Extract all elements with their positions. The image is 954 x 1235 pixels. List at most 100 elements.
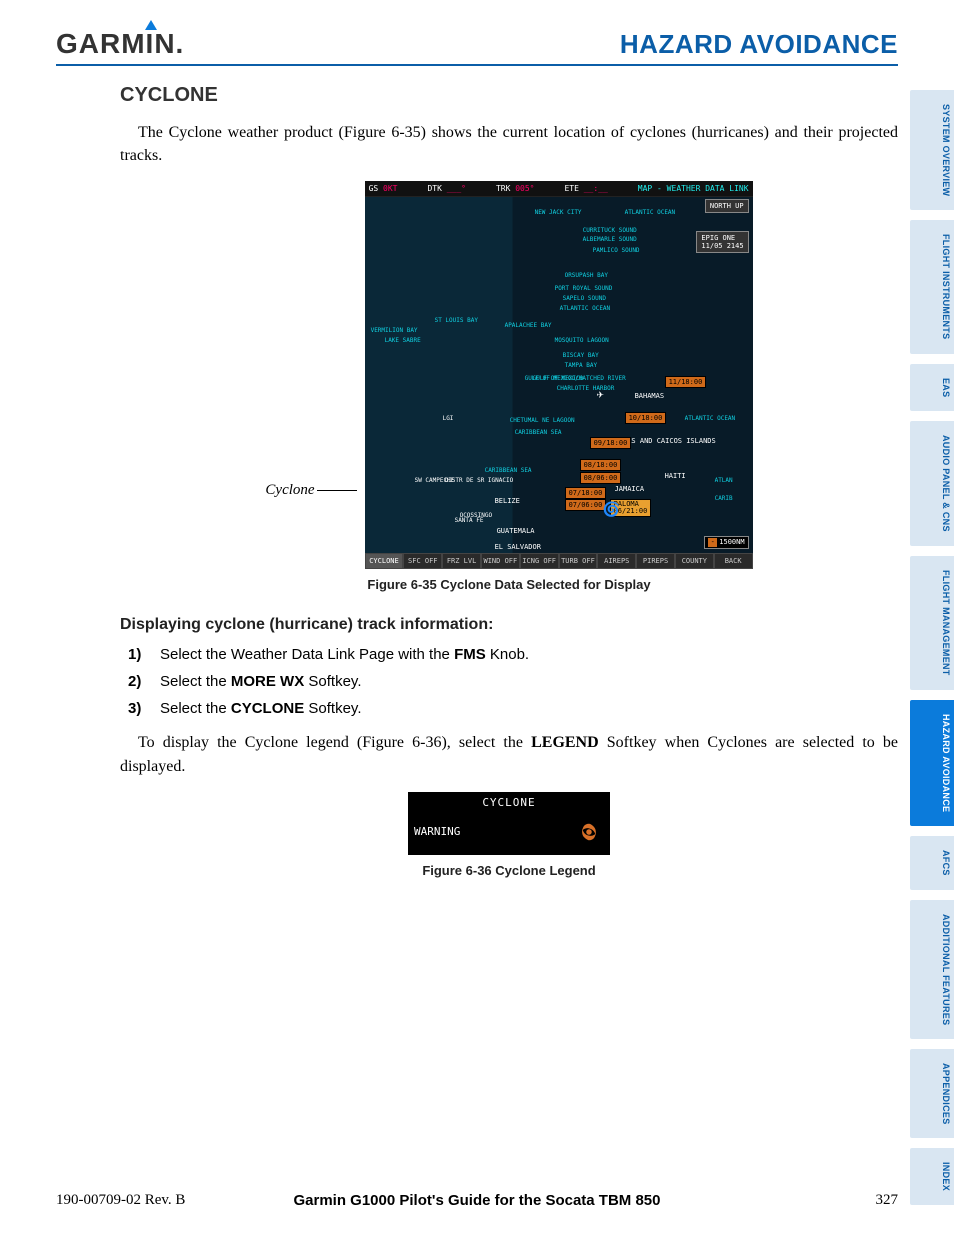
land-label: SANTA FE [455,517,484,524]
figure-6-35-caption: Figure 6-35 Cyclone Data Selected for Di… [367,577,650,592]
land-label: GUATEMALA [497,527,535,535]
land-label: ATLAN [715,477,733,484]
land-label: HAITI [665,472,686,480]
figure-6-36-block: CYCLONE WARNING Figure 6-36 Cyclone Lege… [120,792,898,878]
scale-zoom-icon: - [708,538,717,547]
cyclone-legend-box: CYCLONE WARNING [408,792,610,855]
ownship-icon: ✈ [597,387,604,401]
gs-field: GS 0KT [369,184,398,193]
page-name: MAP - WEATHER DATA LINK [638,184,749,193]
content-area: CYCLONE The Cyclone weather product (Fig… [0,66,954,878]
tab-additional-features[interactable]: ADDITIONAL FEATURES [910,900,954,1039]
step-2: 2) Select the MORE WX Softkey. [128,673,898,690]
callout-text: Cyclone [265,482,314,498]
callout-leader-line [317,490,357,491]
figure-6-35-block: Cyclone GS 0KT DTK ___° TRK 005° ETE __:… [120,181,898,592]
track-point: 07/06:00 [565,499,607,511]
chapter-title: HAZARD AVOIDANCE [620,29,898,60]
land-label: EL SALVADOR [495,543,541,551]
cyclone-callout: Cyclone [265,482,356,499]
coast-label: BISCAY BAY [563,352,599,359]
coast-label: ST LOUIS BAY [435,317,478,324]
land-label: CARIB [715,495,733,502]
coast-label: PAMLICO SOUND [593,247,640,254]
land-label: SW CAMPECHE [415,477,455,484]
tab-eas[interactable]: EAS [910,364,954,411]
hurricane-icon: 🌀 [603,502,620,518]
side-nav-tabs: SYSTEM OVERVIEW FLIGHT INSTRUMENTS EAS A… [910,90,954,1205]
map-scale: -1500NM [704,536,748,549]
coast-label: CURRITUCK SOUND [583,227,637,234]
doc-revision: 190-00709-02 Rev. B [56,1192,185,1209]
page-header: GARMIN. HAZARD AVOIDANCE [0,0,954,60]
land-label: BAHAMAS [635,392,665,400]
tab-index[interactable]: INDEX [910,1148,954,1205]
softkey-county[interactable]: COUNTY [675,553,714,569]
coast-label: CHETUMAL NE LAGOON [510,417,575,424]
softkey-aireps[interactable]: AIREPS [597,553,636,569]
step-1: 1) Select the Weather Data Link Page wit… [128,646,898,663]
figure-6-36-caption: Figure 6-36 Cyclone Legend [422,863,595,878]
legend-title: CYCLONE [408,792,610,813]
mfd-map-area: NORTH UP EPIG ONE11/05 2145 NEW JACK CIT… [365,197,753,553]
track-point: 08/18:00 [580,459,622,471]
coast-label: PORT ROYAL SOUND [555,285,613,292]
step-3: 3) Select the CYCLONE Softkey. [128,700,898,717]
tab-flight-management[interactable]: FLIGHT MANAGEMENT [910,556,954,690]
mfd-display: GS 0KT DTK ___° TRK 005° ETE __:__ MAP -… [365,181,753,569]
intro-paragraph: The Cyclone weather product (Figure 6-35… [120,121,898,167]
tab-system-overview[interactable]: SYSTEM OVERVIEW [910,90,954,210]
coast-label: MOSQUITO LAGOON [555,337,609,344]
legend-warning-label: WARNING [414,825,460,838]
tab-afcs[interactable]: AFCS [910,836,954,890]
procedure-heading: Displaying cyclone (hurricane) track inf… [120,616,898,634]
wx-info-box: EPIG ONE11/05 2145 [696,231,748,253]
softkey-pireps[interactable]: PIREPS [636,553,675,569]
softkey-turb[interactable]: TURB OFF [559,553,598,569]
track-point: 08/06:00 [580,472,622,484]
coast-label: GULF OF MEXICO/HATCHED RIVER [525,375,626,382]
tab-appendices[interactable]: APPENDICES [910,1049,954,1139]
dtk-field: DTK ___° [427,184,466,193]
north-up-box: NORTH UP [705,199,749,213]
softkey-wind[interactable]: WIND OFF [481,553,520,569]
hurricane-icon [578,821,600,843]
mfd-top-bar: GS 0KT DTK ___° TRK 005° ETE __:__ MAP -… [365,181,753,197]
step-number: 1) [128,646,146,663]
tab-audio-panel-cns[interactable]: AUDIO PANEL & CNS [910,421,954,546]
softkey-back[interactable]: BACK [714,553,753,569]
coast-label: SAPELO SOUND [563,295,606,302]
coast-label: ATLANTIC OCEAN [560,305,611,312]
track-point: 09/18:00 [590,437,632,449]
tab-hazard-avoidance[interactable]: HAZARD AVOIDANCE [910,700,954,826]
page-number: 327 [876,1192,899,1209]
trk-field: TRK 005° [496,184,535,193]
logo-triangle-icon [145,20,157,30]
coast-label: LAKE SABRE [385,337,421,344]
softkey-icng[interactable]: ICNG OFF [520,553,559,569]
ete-field: ETE __:__ [564,184,607,193]
step-text: Select the MORE WX Softkey. [160,673,898,690]
track-point: 07/18:00 [565,487,607,499]
step-number: 2) [128,673,146,690]
softkey-bar: CYCLONE SFC OFF FRZ LVL WIND OFF ICNG OF… [365,553,753,569]
track-point: 11/18:00 [665,376,707,388]
coast-label: ORSUPASH BAY [565,272,608,279]
coast-label: CARIBBEAN SEA [515,429,562,436]
softkey-cyclone[interactable]: CYCLONE [365,553,404,569]
land-label: ATLANTIC OCEAN [685,415,736,422]
step-number: 3) [128,700,146,717]
page-footer: 190-00709-02 Rev. B Garmin G1000 Pilot's… [56,1192,898,1209]
coast-label: ATLANTIC OCEAN [625,209,676,216]
softkey-sfc[interactable]: SFC OFF [403,553,442,569]
section-heading: CYCLONE [120,84,898,107]
land-label: DISTR DE SR IGNACIO [445,477,514,484]
coast-label: ALBEMARLE SOUND [583,236,637,243]
coast-label: VERMILION BAY [371,327,418,334]
logo-text: GARMIN. [56,28,184,59]
coast-label: APALACHEE BAY [505,322,552,329]
softkey-frz[interactable]: FRZ LVL [442,553,481,569]
tab-flight-instruments[interactable]: FLIGHT INSTRUMENTS [910,220,954,353]
coast-label: CARIBBEAN SEA [485,467,532,474]
land-label: BELIZE [495,497,520,505]
